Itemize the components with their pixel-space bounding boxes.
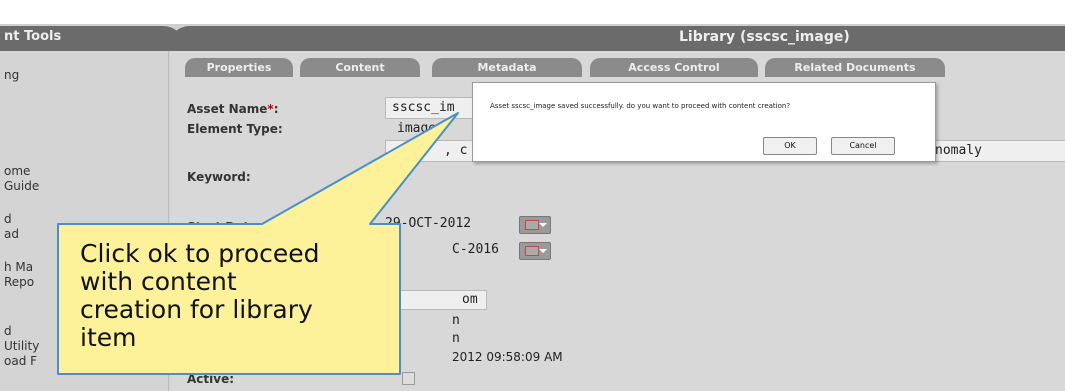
ok-button[interactable]: OK [763, 137, 817, 155]
callout-text: Click ok to proceed with content creatio… [80, 240, 400, 352]
dialog-message: Asset sscsc_image saved successfully. do… [490, 102, 791, 110]
cancel-button[interactable]: Cancel [831, 137, 895, 155]
callout-line: with content [80, 267, 237, 296]
callout-line: item [80, 323, 137, 352]
callout-line: creation for library [80, 295, 313, 324]
confirm-dialog: Asset sscsc_image saved successfully. do… [472, 82, 936, 162]
callout-line: Click ok to proceed [80, 239, 320, 268]
app-window: nt Tools Library (sscsc_image) ng ome Gu… [0, 0, 1065, 391]
